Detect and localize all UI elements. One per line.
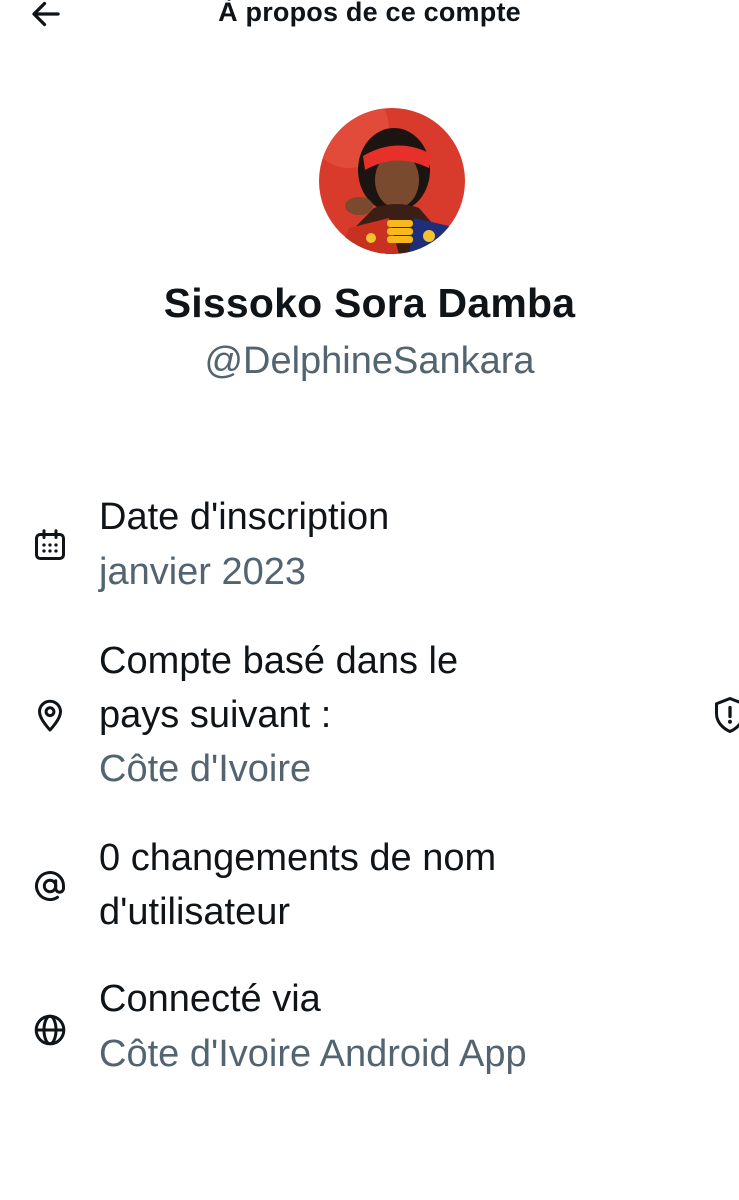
at-sign-icon	[30, 866, 70, 906]
username-changes-line2: d'utilisateur	[99, 891, 291, 933]
calendar-icon	[30, 525, 70, 565]
join-date-value: janvier 2023	[99, 551, 307, 593]
country-value: Côte d'Ivoire	[99, 748, 312, 790]
top-bar: À propos de ce compte	[0, 0, 739, 40]
display-name: Sissoko Sora Damba	[163, 280, 576, 326]
shield-alert-icon[interactable]	[712, 695, 739, 735]
country-label-line2: pays suivant :	[99, 694, 332, 736]
username-changes-line1: 0 changements de nom	[99, 837, 497, 879]
join-date-label: Date d'inscription	[99, 496, 390, 538]
country-label-line1: Compte basé dans le	[99, 640, 459, 682]
connected-via-value: Côte d'Ivoire Android App	[99, 1033, 527, 1075]
globe-icon	[30, 1010, 70, 1050]
location-pin-icon	[30, 695, 70, 735]
username-handle[interactable]: @DelphineSankara	[0, 340, 739, 383]
avatar[interactable]	[319, 108, 465, 254]
connected-via-label: Connecté via	[99, 978, 321, 1020]
page-title: À propos de ce compte	[218, 0, 521, 27]
avatar-image	[319, 108, 465, 254]
